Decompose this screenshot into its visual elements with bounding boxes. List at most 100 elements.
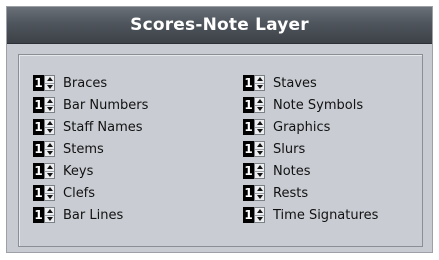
layer-spinner[interactable]: 1: [243, 207, 265, 223]
spinner-value[interactable]: 1: [243, 119, 254, 135]
increment-arrow-icon[interactable]: [45, 142, 54, 150]
spinner-arrows[interactable]: [44, 97, 55, 113]
layer-row-time-signatures: 1 Time Signatures: [243, 206, 378, 224]
spinner-arrows[interactable]: [44, 163, 55, 179]
spinner-arrows[interactable]: [254, 185, 265, 201]
layer-row-slurs: 1 Slurs: [243, 140, 305, 158]
spinner-value[interactable]: 1: [33, 207, 44, 223]
decrement-arrow-icon[interactable]: [45, 128, 54, 135]
decrement-arrow-icon[interactable]: [45, 216, 54, 223]
layer-label: Keys: [63, 163, 94, 179]
increment-arrow-icon[interactable]: [255, 76, 264, 84]
decrement-arrow-icon[interactable]: [255, 84, 264, 91]
decrement-arrow-icon[interactable]: [255, 216, 264, 223]
decrement-arrow-icon[interactable]: [45, 172, 54, 179]
layer-label: Braces: [63, 75, 108, 91]
layer-row-staff-names: 1 Staff Names: [33, 118, 143, 136]
increment-arrow-icon[interactable]: [45, 164, 54, 172]
layer-row-notes: 1 Notes: [243, 162, 311, 180]
increment-arrow-icon[interactable]: [45, 186, 54, 194]
layer-spinner[interactable]: 1: [243, 141, 265, 157]
layer-spinner[interactable]: 1: [243, 119, 265, 135]
layer-spinner[interactable]: 1: [243, 97, 265, 113]
spinner-arrows[interactable]: [254, 141, 265, 157]
layer-panel: 1 Braces 1 Bar Numbers 1 Staff Names 1 S…: [18, 54, 423, 247]
spinner-value[interactable]: 1: [243, 163, 254, 179]
increment-arrow-icon[interactable]: [255, 120, 264, 128]
decrement-arrow-icon[interactable]: [255, 128, 264, 135]
layer-spinner[interactable]: 1: [33, 119, 55, 135]
spinner-arrows[interactable]: [44, 119, 55, 135]
spinner-value[interactable]: 1: [33, 185, 44, 201]
decrement-arrow-icon[interactable]: [45, 84, 54, 91]
spinner-arrows[interactable]: [254, 97, 265, 113]
increment-arrow-icon[interactable]: [255, 164, 264, 172]
increment-arrow-icon[interactable]: [255, 142, 264, 150]
decrement-arrow-icon[interactable]: [255, 150, 264, 157]
layer-spinner[interactable]: 1: [33, 185, 55, 201]
decrement-arrow-icon[interactable]: [255, 172, 264, 179]
layer-spinner[interactable]: 1: [243, 75, 265, 91]
spinner-arrows[interactable]: [254, 163, 265, 179]
layer-spinner[interactable]: 1: [33, 141, 55, 157]
layer-spinner[interactable]: 1: [33, 163, 55, 179]
layer-label: Slurs: [273, 141, 306, 157]
spinner-value[interactable]: 1: [33, 75, 44, 91]
layer-row-bar-numbers: 1 Bar Numbers: [33, 96, 148, 114]
layer-label: Notes: [273, 163, 311, 179]
decrement-arrow-icon[interactable]: [255, 194, 264, 201]
decrement-arrow-icon[interactable]: [45, 150, 54, 157]
layer-row-staves: 1 Staves: [243, 74, 317, 92]
spinner-value[interactable]: 1: [243, 207, 254, 223]
layer-label: Graphics: [273, 119, 331, 135]
layer-row-bar-lines: 1 Bar Lines: [33, 206, 123, 224]
spinner-value[interactable]: 1: [243, 141, 254, 157]
spinner-value[interactable]: 1: [243, 97, 254, 113]
decrement-arrow-icon[interactable]: [255, 106, 264, 113]
spinner-value[interactable]: 1: [243, 185, 254, 201]
increment-arrow-icon[interactable]: [45, 208, 54, 216]
spinner-arrows[interactable]: [44, 75, 55, 91]
layer-label: Clefs: [63, 185, 96, 201]
increment-arrow-icon[interactable]: [45, 98, 54, 106]
decrement-arrow-icon[interactable]: [45, 106, 54, 113]
layer-row-note-symbols: 1 Note Symbols: [243, 96, 363, 114]
layer-spinner[interactable]: 1: [33, 97, 55, 113]
layer-row-graphics: 1 Graphics: [243, 118, 330, 136]
spinner-value[interactable]: 1: [33, 97, 44, 113]
window-title: Scores-Note Layer: [7, 7, 432, 44]
layer-label: Stems: [63, 141, 104, 157]
increment-arrow-icon[interactable]: [255, 186, 264, 194]
spinner-arrows[interactable]: [254, 207, 265, 223]
layer-row-stems: 1 Stems: [33, 140, 104, 158]
layer-spinner[interactable]: 1: [33, 75, 55, 91]
layer-row-braces: 1 Braces: [33, 74, 107, 92]
layer-label: Time Signatures: [273, 207, 379, 223]
decrement-arrow-icon[interactable]: [45, 194, 54, 201]
layer-label: Staff Names: [63, 119, 143, 135]
layer-row-keys: 1 Keys: [33, 162, 93, 180]
spinner-arrows[interactable]: [254, 119, 265, 135]
layer-spinner[interactable]: 1: [243, 185, 265, 201]
spinner-value[interactable]: 1: [33, 163, 44, 179]
spinner-value[interactable]: 1: [243, 75, 254, 91]
increment-arrow-icon[interactable]: [45, 120, 54, 128]
spinner-arrows[interactable]: [44, 185, 55, 201]
spinner-arrows[interactable]: [254, 75, 265, 91]
layer-label: Bar Lines: [63, 207, 124, 223]
spinner-arrows[interactable]: [44, 141, 55, 157]
layer-row-clefs: 1 Clefs: [33, 184, 95, 202]
spinner-value[interactable]: 1: [33, 141, 44, 157]
layer-spinner[interactable]: 1: [33, 207, 55, 223]
spinner-arrows[interactable]: [44, 207, 55, 223]
note-layer-window: Scores-Note Layer 1 Braces 1 Bar Numbers…: [6, 6, 433, 253]
layer-label: Bar Numbers: [63, 97, 149, 113]
spinner-value[interactable]: 1: [33, 119, 44, 135]
layer-label: Rests: [273, 185, 309, 201]
layer-label: Note Symbols: [273, 97, 364, 113]
increment-arrow-icon[interactable]: [255, 208, 264, 216]
layer-label: Staves: [273, 75, 317, 91]
increment-arrow-icon[interactable]: [255, 98, 264, 106]
layer-spinner[interactable]: 1: [243, 163, 265, 179]
increment-arrow-icon[interactable]: [45, 76, 54, 84]
